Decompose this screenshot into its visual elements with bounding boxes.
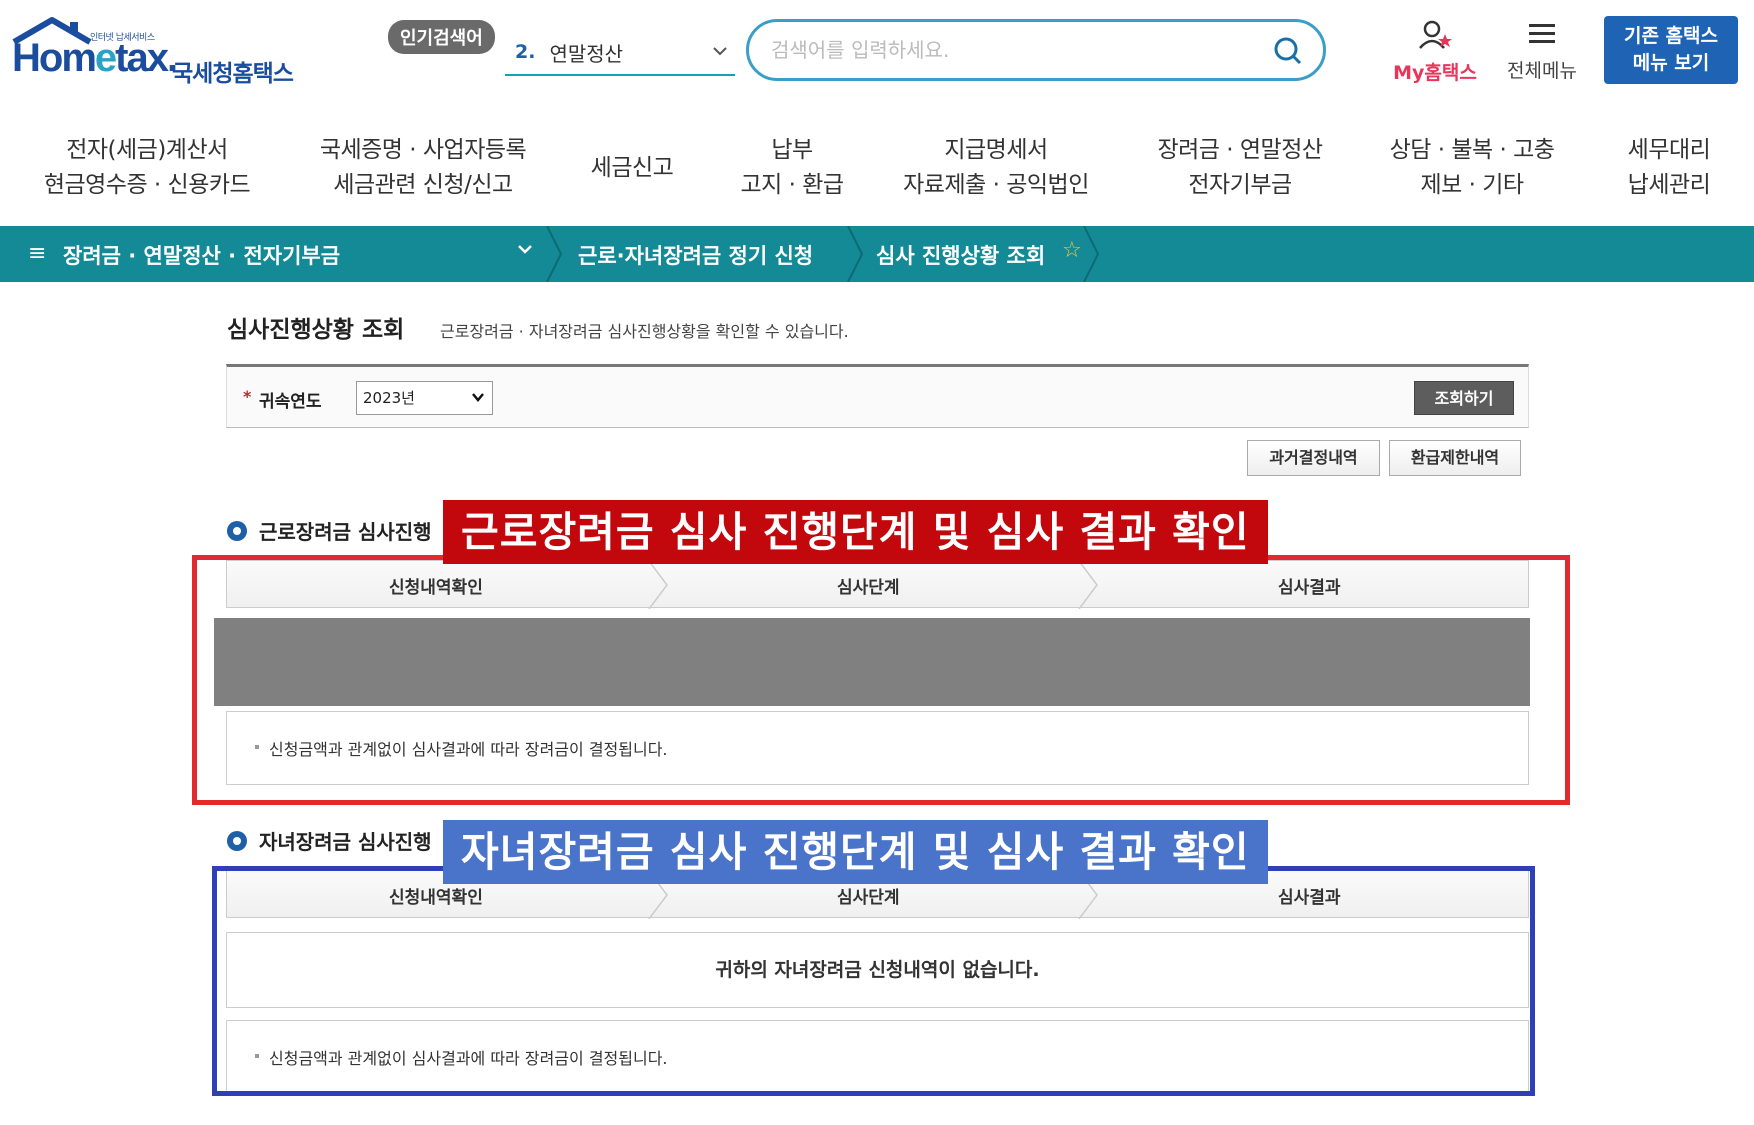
year-filter-panel: * 귀속연도 2023년 조회하기 xyxy=(226,364,1529,428)
search-icon[interactable] xyxy=(1273,36,1303,70)
required-mark: * xyxy=(243,387,252,406)
year-select[interactable]: 2023년 xyxy=(356,381,493,415)
nav-statements[interactable]: 지급명세서 자료제출 · 공익법인 xyxy=(872,110,1120,226)
popular-rank: 2. xyxy=(515,41,536,63)
all-menu-label: 전체메뉴 xyxy=(1507,60,1577,82)
hometax-logo[interactable]: 인터넷 납세서비스 Hometax. 국세청홈택스 xyxy=(12,16,312,87)
work-incentive-highlight-frame xyxy=(192,555,1570,805)
child-incentive-highlight-frame xyxy=(212,866,1535,1096)
user-icon xyxy=(1419,20,1452,49)
breadcrumb-level3: 심사 진행상황 조회 xyxy=(876,244,1046,268)
nav-consulting[interactable]: 상담 · 불복 · 고충 제보 · 기타 xyxy=(1360,110,1584,226)
breadcrumb-level2[interactable]: 근로·자녀장려금 정기 신청 xyxy=(578,240,813,270)
legacy-line2: 메뉴 보기 xyxy=(1632,52,1710,74)
chevron-down-icon xyxy=(471,382,485,426)
nav-incentives[interactable]: 장려금 · 연말정산 전자기부금 xyxy=(1120,110,1360,226)
search-input[interactable] xyxy=(771,36,1251,64)
work-incentive-section-title: 근로장려금 심사진행 xyxy=(227,516,432,545)
my-hometax-button[interactable]: My홈택스 xyxy=(1385,20,1485,85)
search-button[interactable]: 조회하기 xyxy=(1414,381,1514,415)
work-incentive-annotation-banner: 근로장려금 심사 진행단계 및 심사 결과 확인 xyxy=(443,500,1268,564)
page-title: 심사진행상황 조회 xyxy=(227,317,405,343)
hamburger-menu-icon xyxy=(1529,24,1555,43)
main-navigation: 전자(세금)계산서 현금영수증 · 신용카드 국세증명 · 사업자등록 세금관련 신… xyxy=(0,110,1754,226)
nav-certificates[interactable]: 국세증명 · 사업자등록 세금관련 신청/신고 xyxy=(294,110,552,226)
logo-korean-name: 국세청홈택스 xyxy=(172,61,294,87)
section-bullet-icon xyxy=(227,830,247,851)
breadcrumb-separator xyxy=(546,226,563,282)
popular-search-badge: 인기검색어 xyxy=(388,20,495,54)
popular-keyword: 연말정산 xyxy=(549,41,624,66)
legacy-line1: 기존 홈택스 xyxy=(1623,25,1718,47)
child-incentive-annotation-banner: 자녀장려금 심사 진행단계 및 심사 결과 확인 xyxy=(443,820,1268,884)
nav-tax-filing[interactable]: 세금신고 xyxy=(552,110,712,226)
nav-tax-agent[interactable]: 세무대리 납세관리 xyxy=(1584,110,1754,226)
all-menu-button[interactable]: 전체메뉴 xyxy=(1500,22,1584,83)
favorite-star-icon[interactable]: ☆ xyxy=(1062,238,1082,263)
refund-limit-button[interactable]: 환급제한내역 xyxy=(1389,440,1521,476)
my-hometax-label: My홈택스 xyxy=(1393,62,1477,84)
past-decisions-button[interactable]: 과거결정내역 xyxy=(1247,440,1380,476)
chevron-down-icon xyxy=(711,42,729,65)
nav-e-invoice[interactable]: 전자(세금)계산서 현금영수증 · 신용카드 xyxy=(0,110,294,226)
year-filter-label: 귀속연도 xyxy=(259,392,322,412)
section-bullet-icon xyxy=(227,520,247,541)
logo-wordmark: Hometax. xyxy=(12,36,178,80)
breadcrumb-separator xyxy=(1083,226,1100,282)
child-incentive-section-title: 자녀장려금 심사진행 xyxy=(227,826,432,855)
year-select-value: 2023년 xyxy=(363,389,415,407)
breadcrumb-level1[interactable]: 장려금 · 연말정산 · 전자기부금 xyxy=(63,240,340,270)
breadcrumb: ≡ 장려금 · 연말정산 · 전자기부금 근로·자녀장려금 정기 신청 심사 진… xyxy=(0,226,1754,282)
breadcrumb-separator xyxy=(847,226,864,282)
header: 인터넷 납세서비스 Hometax. 국세청홈택스 인기검색어 2. 연말정산 … xyxy=(0,0,1754,110)
page-description: 근로장려금 · 자녀장려금 심사진행상황을 확인할 수 있습니다. xyxy=(440,322,849,341)
popular-search-select[interactable]: 2. 연말정산 xyxy=(505,30,735,76)
search-box xyxy=(746,19,1326,81)
chevron-down-icon[interactable] xyxy=(516,240,534,263)
nav-payment[interactable]: 납부 고지 · 환급 xyxy=(712,110,872,226)
legacy-hometax-button[interactable]: 기존 홈택스 메뉴 보기 xyxy=(1604,16,1738,84)
menu-icon[interactable]: ≡ xyxy=(28,241,46,266)
